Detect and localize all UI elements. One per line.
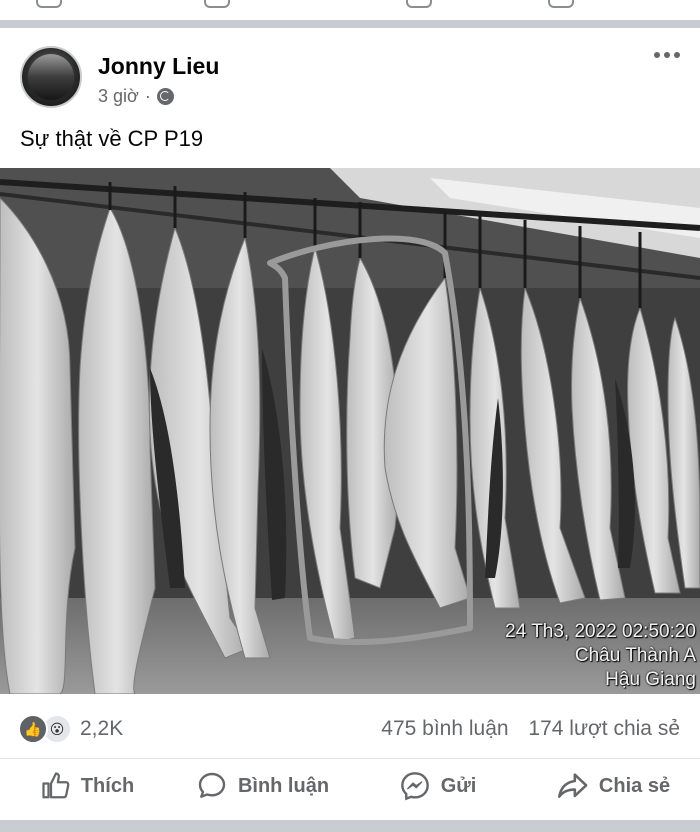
photo-location-line1: Châu Thành A — [574, 645, 696, 666]
reaction-summary[interactable]: 👍 😮 2,2K — [18, 714, 123, 744]
comment-share-counts: 475 bình luận 174 lượt chia sẻ — [381, 717, 680, 741]
photo-location-line2: Hậu Giang — [605, 669, 696, 690]
comment-icon — [198, 772, 226, 798]
post-stats: 👍 😮 2,2K 475 bình luận 174 lượt chia sẻ — [0, 708, 700, 744]
thumbs-up-icon — [42, 772, 70, 799]
messenger-icon — [406, 0, 432, 8]
avatar[interactable] — [20, 46, 82, 108]
share-icon — [557, 773, 588, 798]
comment-button-label: Bình luận — [237, 774, 330, 797]
meta-dot: · — [144, 86, 151, 106]
share-icon — [548, 0, 574, 8]
like-icon — [36, 0, 62, 8]
post-separator — [0, 20, 700, 28]
messenger-icon — [400, 772, 429, 801]
feed-post: Jonny Lieu 3 giờ · Sự thật về CP P19 24 … — [0, 28, 700, 820]
more-options-icon[interactable] — [654, 52, 680, 58]
send-button-label: Gửi — [440, 774, 477, 797]
photo-timestamp: 24 Th3, 2022 02:50:20 — [505, 621, 696, 642]
author-name[interactable]: Jonny Lieu — [98, 53, 219, 80]
post-photo[interactable]: 24 Th3, 2022 02:50:20 Châu Thành A Hậu G… — [0, 168, 700, 694]
comment-count[interactable]: 475 bình luận — [381, 717, 508, 740]
action-bar: Thích Bình luận Gửi Chia sẻ — [0, 758, 700, 813]
previous-post-toolbar — [0, 0, 700, 20]
globe-icon — [156, 88, 174, 105]
like-button-label: Thích — [80, 774, 135, 797]
share-count[interactable]: 174 lượt chia sẻ — [528, 717, 680, 740]
post-text: Sự thật về CP P19 — [20, 126, 204, 151]
comment-button[interactable]: Bình luận — [175, 759, 350, 813]
post-meta: 3 giờ · — [98, 86, 174, 107]
post-separator-bottom — [0, 820, 700, 832]
send-button[interactable]: Gửi — [350, 759, 525, 813]
comment-icon — [204, 0, 230, 8]
share-button-label: Chia sẻ — [598, 774, 671, 797]
like-button[interactable]: Thích — [0, 759, 175, 813]
share-button[interactable]: Chia sẻ — [525, 759, 700, 813]
like-reaction-icon: 👍 — [18, 714, 48, 744]
reaction-count: 2,2K — [80, 717, 124, 740]
post-time[interactable]: 3 giờ — [98, 86, 139, 107]
